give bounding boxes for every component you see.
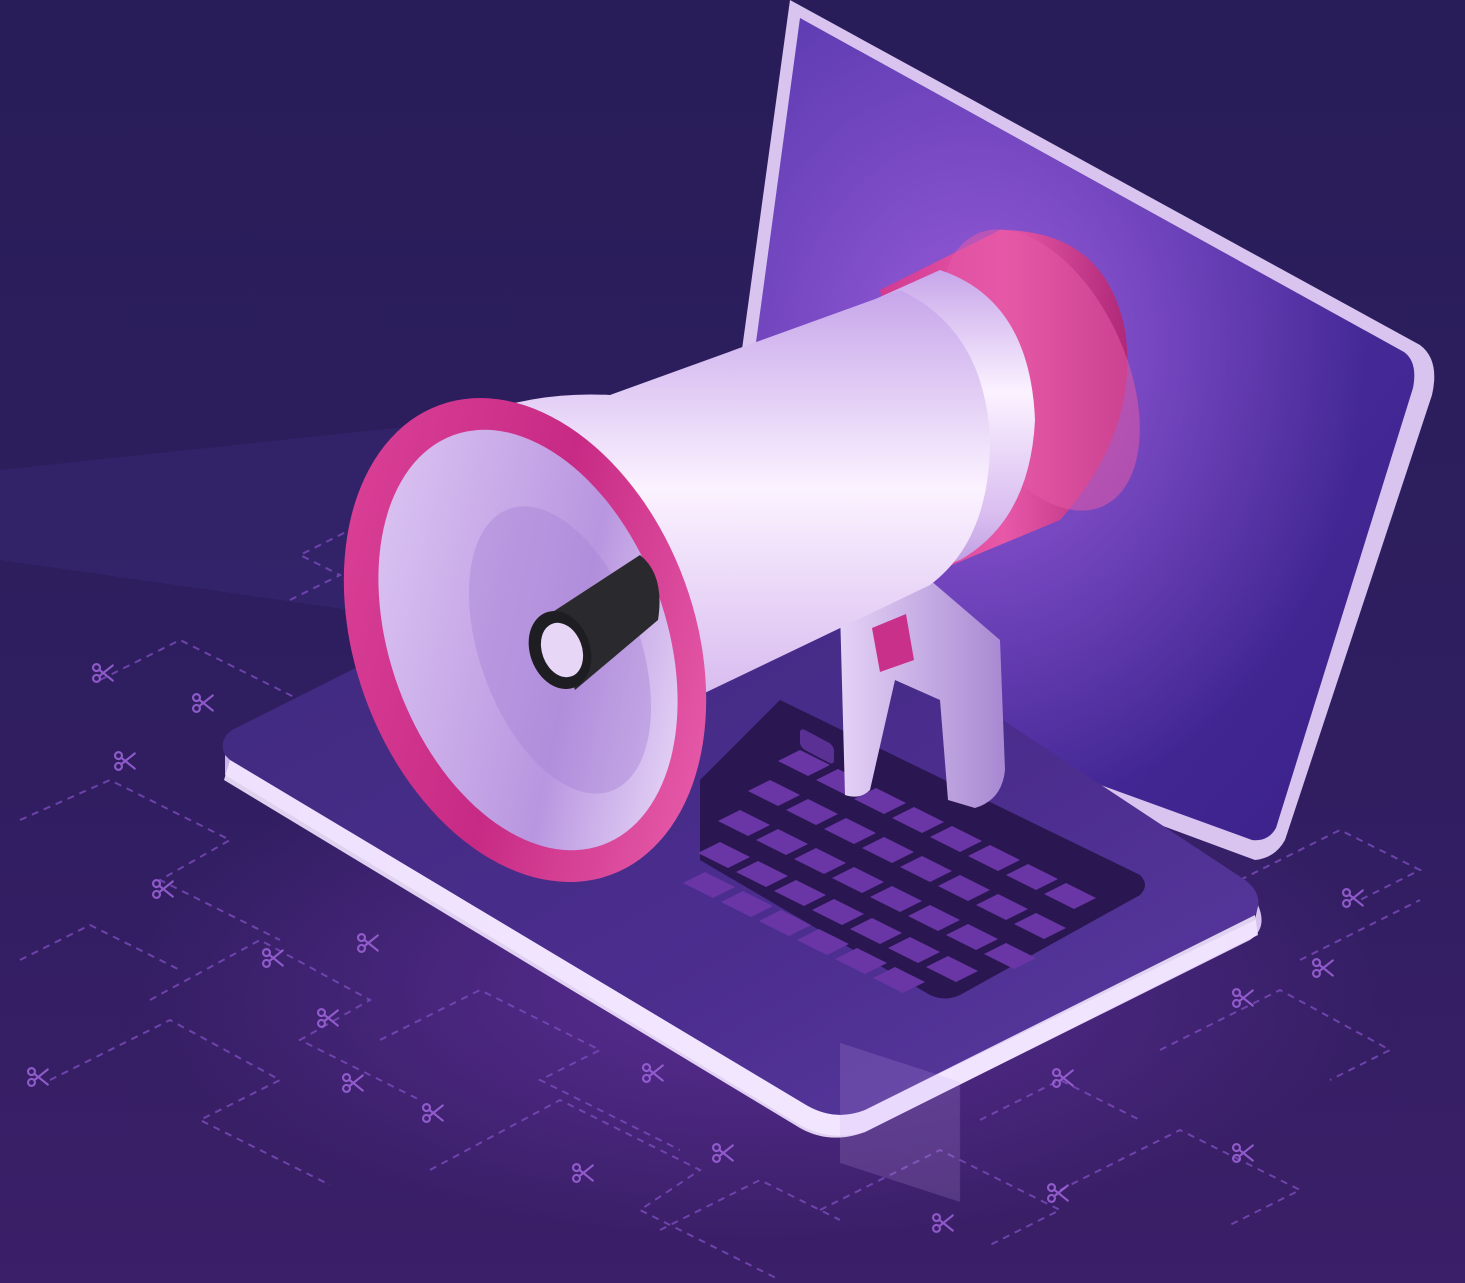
- illustration-canvas: [0, 0, 1465, 1283]
- megaphone-laptop-illustration: [0, 0, 1465, 1283]
